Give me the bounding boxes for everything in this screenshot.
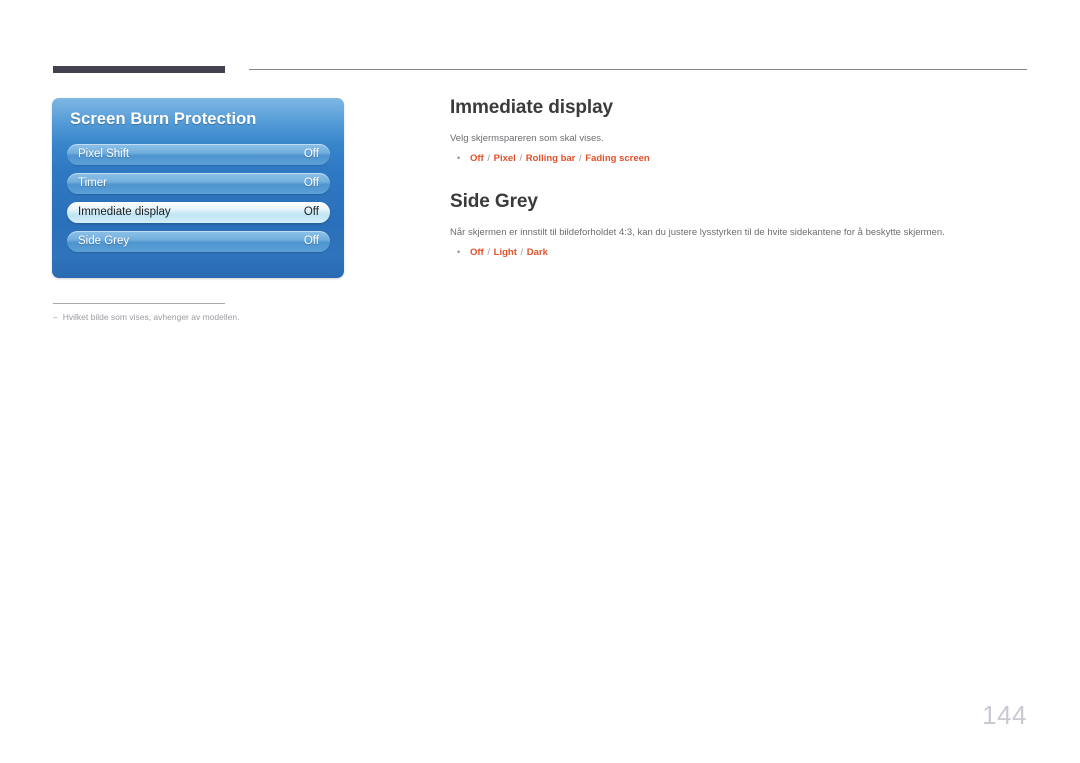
header-accent-bar [53, 66, 225, 73]
option-value: Off [470, 153, 484, 165]
osd-menu-item-label: Timer [78, 176, 107, 189]
option-separator: / [579, 153, 582, 165]
option-value: Off [470, 247, 484, 259]
option-separator: / [519, 153, 523, 165]
option-separator: / [520, 247, 524, 259]
header-divider-rule [249, 69, 1027, 70]
footnote-divider-rule [53, 303, 225, 304]
option-value: Pixel [493, 153, 516, 165]
option-value: Fading screen [585, 153, 650, 165]
option-separator: / [487, 247, 490, 259]
option-separator: / [487, 153, 490, 165]
osd-menu-item-value: Off [303, 234, 319, 247]
osd-menu-item-immediate-display[interactable]: Immediate display Off [67, 202, 330, 223]
content-column: Immediate display Velg skjermspareren so… [450, 97, 1030, 261]
footnote-text: Hvilket bilde som vises, avhenger av mod… [62, 312, 240, 322]
section-side-grey: Side Grey Når skjermen er innstilt til b… [450, 191, 1030, 260]
osd-menu-item-label: Pixel Shift [78, 147, 130, 160]
footnote: – Hvilket bilde som vises, avhenger av mo… [53, 311, 473, 323]
osd-menu-item-pixel-shift[interactable]: Pixel Shift Off [67, 144, 330, 165]
option-value: Dark [526, 247, 548, 259]
option-value: Rolling bar [525, 153, 576, 165]
section-title: Immediate display [450, 97, 614, 118]
osd-menu-panel: Screen Burn Protection Pixel Shift Off T… [52, 98, 344, 278]
section-description: Når skjermen er innstilt til bildeforhol… [450, 227, 945, 239]
osd-menu-item-label: Side Grey [78, 234, 130, 247]
osd-menu-item-value: Off [303, 205, 319, 218]
osd-menu-title: Screen Burn Protection [70, 110, 257, 128]
osd-menu-row-list: Pixel Shift Off Timer Off Immediate disp… [67, 144, 330, 260]
list-item: Off / Pixel / Rolling bar / Fading scree… [450, 151, 1030, 166]
osd-menu-item-timer[interactable]: Timer Off [67, 173, 330, 194]
osd-menu-item-value: Off [303, 147, 319, 160]
section-immediate-display: Immediate display Velg skjermspareren so… [450, 97, 1030, 166]
option-value: Light [493, 247, 517, 259]
option-list: Off / Pixel / Rolling bar / Fading scree… [450, 151, 1030, 166]
option-list: Off / Light / Dark [450, 245, 1030, 260]
page-number: 144 [982, 700, 1027, 730]
osd-menu-item-value: Off [303, 176, 319, 189]
osd-menu-item-side-grey[interactable]: Side Grey Off [67, 231, 330, 252]
footnote-marker: – [53, 312, 58, 322]
section-description: Velg skjermspareren som skal vises. [450, 132, 604, 144]
manual-page: Screen Burn Protection Pixel Shift Off T… [0, 0, 1080, 763]
list-item: Off / Light / Dark [450, 245, 1030, 260]
section-title: Side Grey [450, 191, 538, 213]
osd-menu-item-label: Immediate display [78, 205, 171, 218]
